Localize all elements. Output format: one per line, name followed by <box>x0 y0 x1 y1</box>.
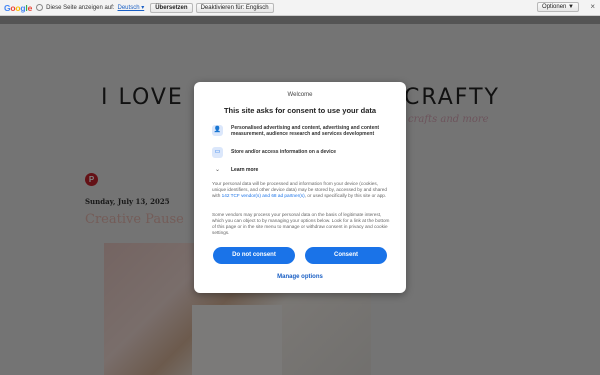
google-logo: Google <box>4 2 33 13</box>
do-not-consent-button[interactable]: Do not consent <box>213 247 295 264</box>
dialog-welcome: Welcome <box>287 92 313 98</box>
consent-info-text: Your personal data will be processed and… <box>212 181 388 198</box>
translate-prompt: Diese Seite anzeigen auf: <box>46 4 115 11</box>
header-band <box>0 16 600 24</box>
learn-more-label: Learn more <box>231 166 259 173</box>
learn-more-toggle[interactable]: ⌄ Learn more <box>212 166 259 174</box>
globe-icon <box>36 4 44 11</box>
vendors-link[interactable]: 142 TCF vendor(s) and 68 ad partner(s) <box>222 193 305 198</box>
language-select[interactable]: Deutsch ▾ <box>118 4 145 11</box>
person-icon: 👤 <box>212 125 223 136</box>
options-button[interactable]: Optionen ▼ <box>537 2 579 12</box>
purpose-text: Store and/or access information on a dev… <box>231 149 337 155</box>
disable-translate-button[interactable]: Deaktivieren für: Englisch <box>195 2 274 13</box>
consent-button[interactable]: Consent <box>305 247 387 264</box>
purpose-personalised-ads: 👤 Personalised advertising and content, … <box>212 125 391 138</box>
manage-options-link[interactable]: Manage options <box>194 274 406 280</box>
translate-button[interactable]: Übersetzen <box>150 2 193 13</box>
purpose-text: Personalised advertising and content, ad… <box>231 125 380 138</box>
device-icon: ▭ <box>212 147 223 158</box>
purpose-device-storage: ▭ Store and/or access information on a d… <box>212 147 391 158</box>
chevron-down-icon: ⌄ <box>214 167 221 173</box>
translate-bar: Google Diese Seite anzeigen auf: Deutsch… <box>0 0 600 16</box>
dialog-title: This site asks for consent to use your d… <box>223 106 377 115</box>
consent-dialog: Welcome This site asks for consent to us… <box>194 82 406 293</box>
legitimate-interest-text: Some vendors may process your personal d… <box>212 212 390 235</box>
close-icon[interactable]: × <box>590 2 595 11</box>
